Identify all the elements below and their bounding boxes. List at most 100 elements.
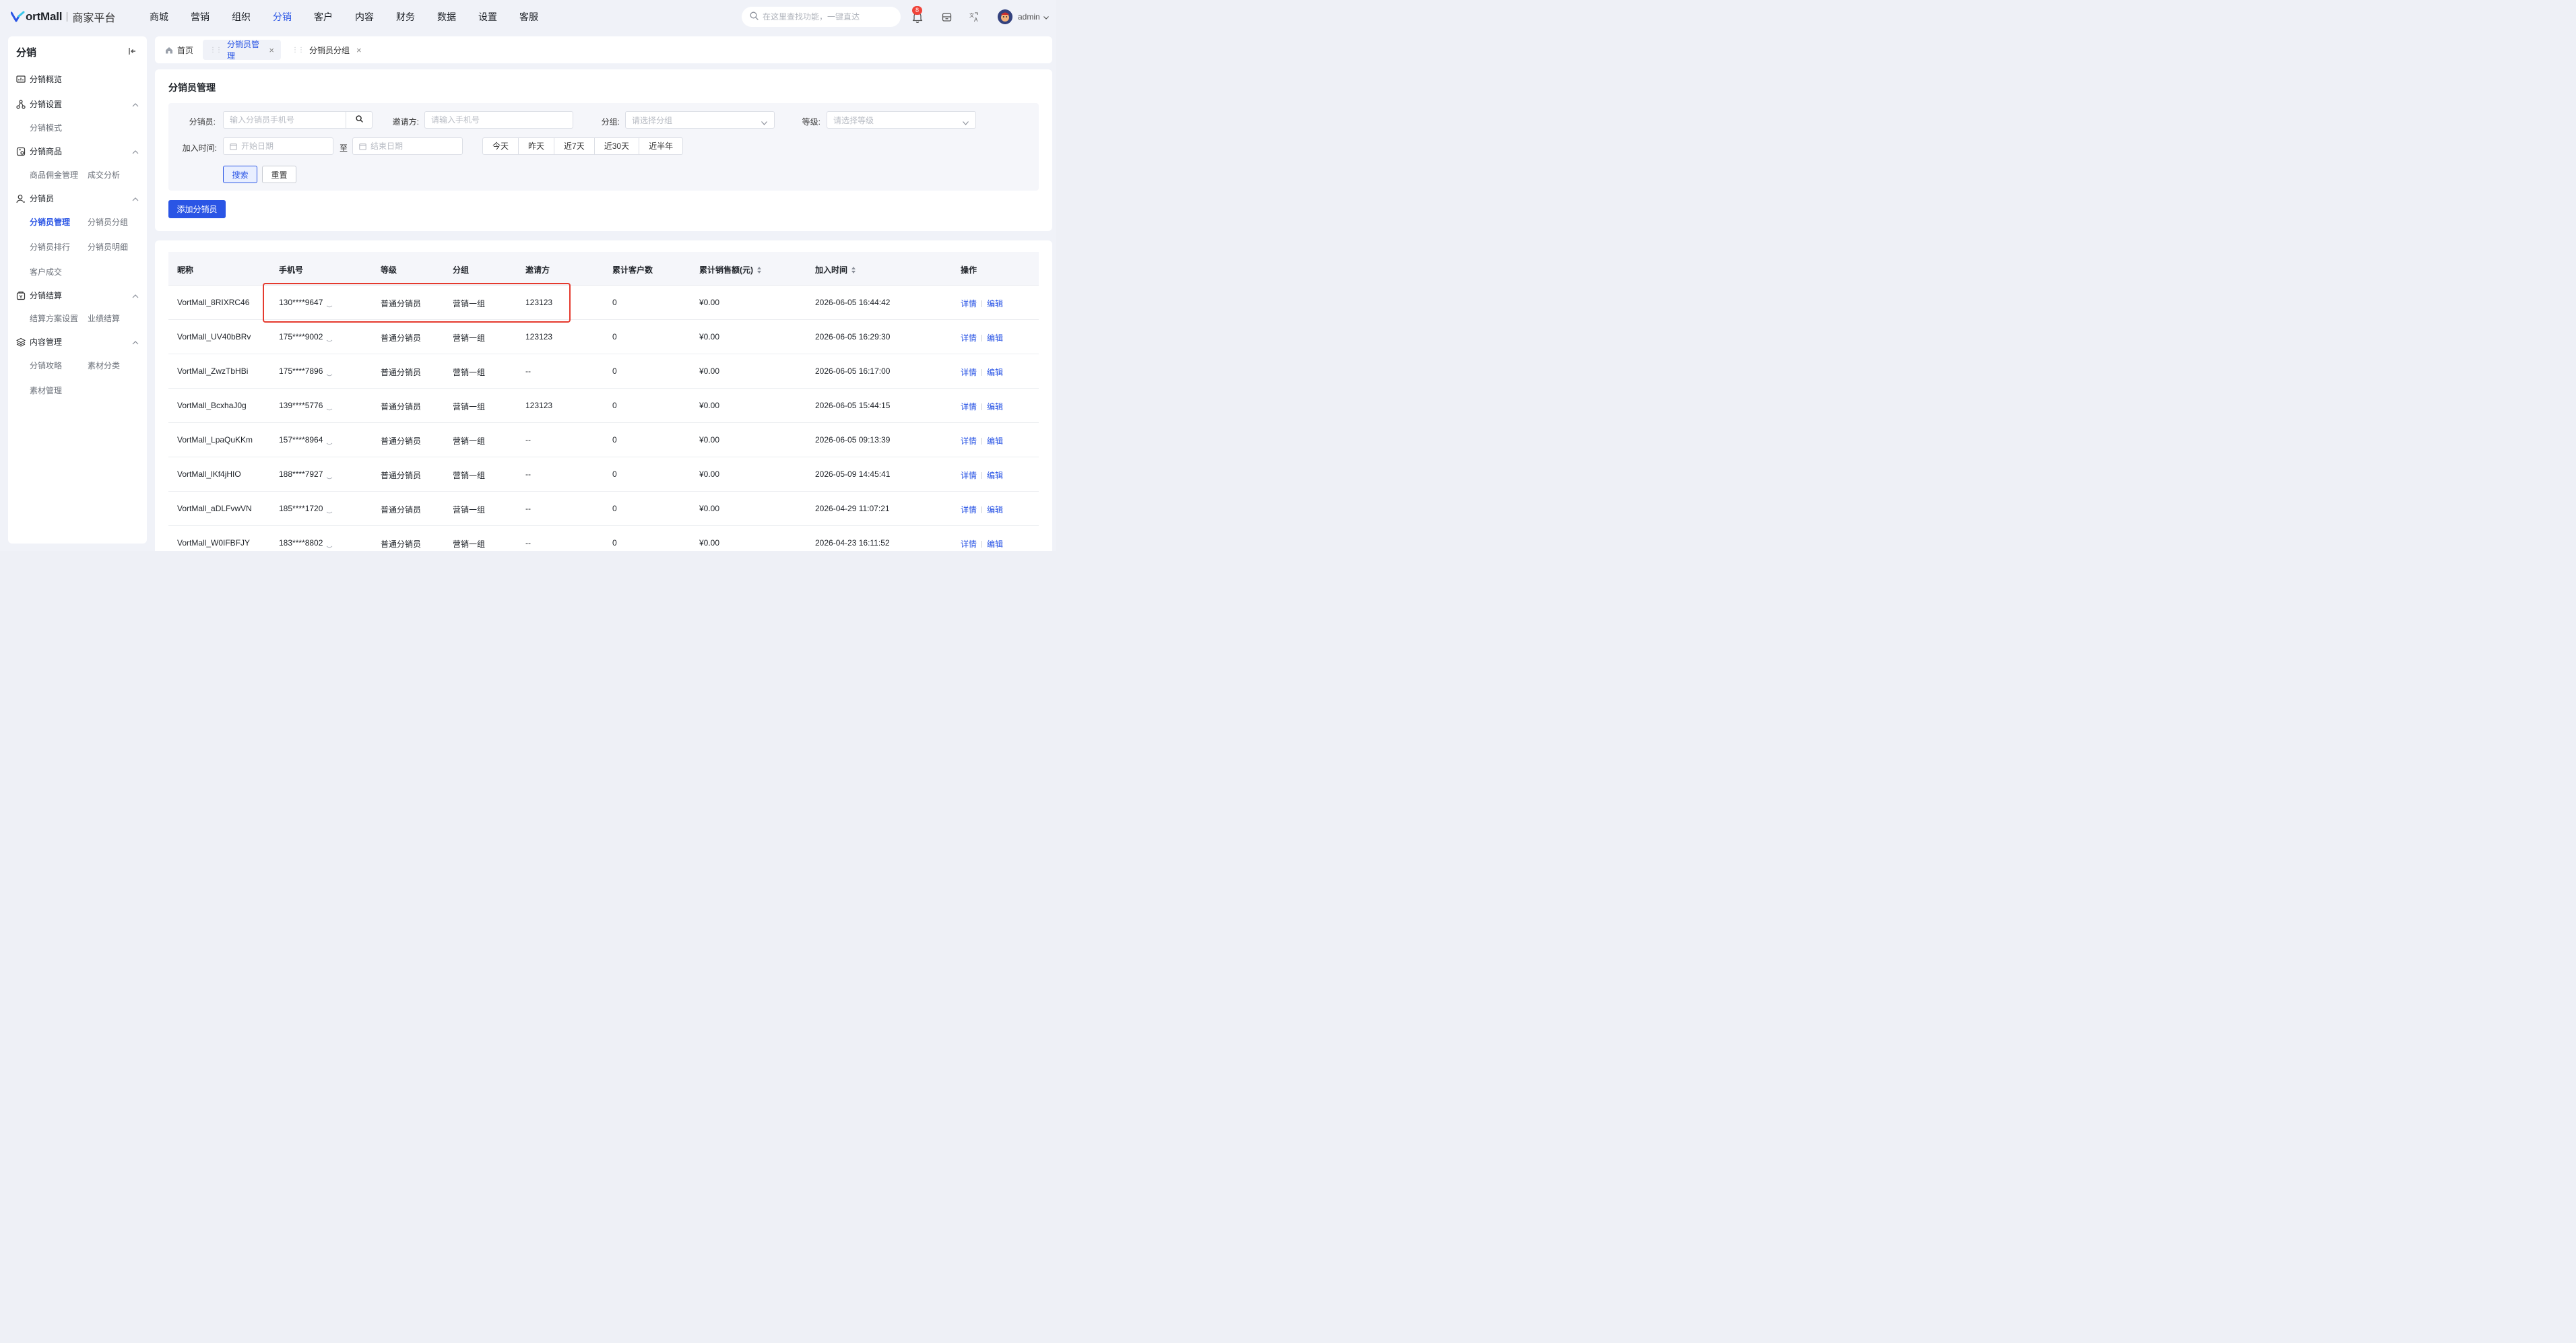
user-menu[interactable]: admin bbox=[1018, 12, 1049, 22]
quick-range-today[interactable]: 今天 bbox=[483, 138, 519, 154]
sidebar-item-material-categories[interactable]: 素材分类 bbox=[88, 360, 120, 371]
detail-link[interactable]: 详情 bbox=[961, 504, 977, 515]
edit-link[interactable]: 编辑 bbox=[987, 538, 1003, 550]
sidebar-group-content[interactable]: 内容管理 bbox=[16, 336, 139, 348]
collapse-sidebar-icon[interactable] bbox=[128, 46, 137, 56]
distributor-phone-field[interactable] bbox=[223, 111, 346, 129]
global-search-input[interactable] bbox=[763, 12, 891, 22]
search-button[interactable]: 搜索 bbox=[223, 166, 257, 183]
cell-group: 营销一组 bbox=[453, 538, 485, 550]
sort-icon[interactable] bbox=[757, 266, 761, 273]
layers-icon bbox=[16, 337, 26, 347]
sidebar-group-products[interactable]: 分销商品 bbox=[16, 145, 139, 157]
end-date-input[interactable] bbox=[371, 141, 462, 151]
sidebar-item-distributor-details[interactable]: 分销员明细 bbox=[88, 241, 128, 253]
nav-item-content[interactable]: 内容 bbox=[355, 10, 374, 24]
sidebar-item-customer-deals[interactable]: 客户成交 bbox=[30, 266, 62, 277]
sidebar-item-distributor-ranking[interactable]: 分销员排行 bbox=[30, 241, 70, 253]
sidebar-item-distributor-groups[interactable]: 分销员分组 bbox=[88, 216, 128, 228]
sidebar-group-settings[interactable]: 分销设置 bbox=[16, 98, 139, 110]
sidebar-item-performance-settlement[interactable]: 业绩结算 bbox=[88, 313, 120, 324]
eye-closed-icon[interactable] bbox=[326, 404, 333, 411]
translate-icon[interactable]: 文A bbox=[967, 10, 981, 24]
nav-item-organization[interactable]: 组织 bbox=[232, 10, 251, 24]
edit-link[interactable]: 编辑 bbox=[987, 332, 1003, 343]
reset-button[interactable]: 重置 bbox=[262, 166, 296, 183]
detail-link[interactable]: 详情 bbox=[961, 332, 977, 343]
distributor-phone-input[interactable] bbox=[230, 115, 346, 125]
cell-nickname: VortMall_BcxhaJ0g bbox=[177, 401, 247, 410]
inviter-phone-input[interactable] bbox=[431, 115, 573, 125]
eye-closed-icon[interactable] bbox=[326, 301, 333, 308]
user-avatar[interactable] bbox=[998, 9, 1012, 24]
edit-link[interactable]: 编辑 bbox=[987, 366, 1003, 378]
distributor-search-button[interactable] bbox=[346, 111, 373, 129]
store-icon[interactable] bbox=[940, 10, 953, 24]
eye-closed-icon[interactable] bbox=[326, 370, 333, 376]
sidebar-item-commission[interactable]: 商品佣金管理 bbox=[30, 169, 78, 181]
logo[interactable]: ortMall 商家平台 bbox=[10, 9, 115, 24]
quick-range-yesterday[interactable]: 昨天 bbox=[519, 138, 555, 154]
add-distributor-button[interactable]: 添加分销员 bbox=[168, 200, 226, 218]
edit-link[interactable]: 编辑 bbox=[987, 469, 1003, 481]
detail-link[interactable]: 详情 bbox=[961, 366, 977, 378]
drag-handle-icon[interactable]: ⋮⋮ bbox=[292, 46, 304, 54]
eye-closed-icon[interactable] bbox=[326, 335, 333, 342]
inviter-phone-field[interactable] bbox=[424, 111, 573, 129]
detail-link[interactable]: 详情 bbox=[961, 538, 977, 550]
eye-closed-icon[interactable] bbox=[326, 507, 333, 514]
level-select[interactable]: 请选择等级 bbox=[827, 111, 976, 129]
detail-link[interactable]: 详情 bbox=[961, 469, 977, 481]
edit-link[interactable]: 编辑 bbox=[987, 401, 1003, 412]
start-date-input[interactable] bbox=[241, 141, 333, 151]
column-header-joined[interactable]: 加入时间 bbox=[815, 264, 856, 275]
tab-home[interactable]: 首页 bbox=[158, 40, 200, 60]
eye-closed-icon[interactable] bbox=[326, 542, 333, 548]
nav-item-customers[interactable]: 客户 bbox=[314, 10, 333, 24]
quick-range-half-year[interactable]: 近半年 bbox=[639, 138, 682, 154]
edit-link[interactable]: 编辑 bbox=[987, 435, 1003, 447]
tab-distributor-groups[interactable]: ⋮⋮ 分销员分组 × bbox=[285, 40, 368, 60]
cell-level-text: 普通分销员 bbox=[381, 402, 422, 412]
close-icon[interactable]: × bbox=[269, 45, 274, 55]
detail-link[interactable]: 详情 bbox=[961, 298, 977, 309]
eye-closed-icon[interactable] bbox=[326, 438, 333, 445]
sidebar-group-distributors[interactable]: 分销员 bbox=[16, 193, 139, 204]
top-bar: ortMall 商家平台 商城 营销 组织 分销 客户 内容 财务 数据 设置 … bbox=[0, 0, 1056, 34]
quick-range-7days[interactable]: 近7天 bbox=[554, 138, 595, 154]
detail-link[interactable]: 详情 bbox=[961, 401, 977, 412]
cell-joined-text: 2026-06-05 16:17:00 bbox=[815, 366, 891, 376]
edit-link[interactable]: 编辑 bbox=[987, 504, 1003, 515]
global-search[interactable] bbox=[742, 7, 901, 27]
tab-distributor-management[interactable]: ⋮⋮ 分销员管理 × bbox=[203, 40, 281, 61]
chevron-up-icon bbox=[132, 291, 139, 298]
close-icon[interactable]: × bbox=[356, 45, 362, 55]
sidebar-item-overview[interactable]: 分销概览 bbox=[16, 73, 139, 85]
detail-link[interactable]: 详情 bbox=[961, 435, 977, 447]
sidebar-item-material-management[interactable]: 素材管理 bbox=[30, 385, 62, 396]
sort-icon[interactable] bbox=[851, 266, 856, 273]
nav-item-settings[interactable]: 设置 bbox=[478, 10, 497, 24]
edit-link[interactable]: 编辑 bbox=[987, 298, 1003, 309]
end-date-picker[interactable] bbox=[352, 137, 463, 155]
cell-phone-text: 157****8964 bbox=[279, 435, 323, 445]
nav-item-marketing[interactable]: 营销 bbox=[191, 10, 210, 24]
sidebar-item-guides[interactable]: 分销攻略 bbox=[30, 360, 62, 371]
column-header-sales[interactable]: 累计销售额(元) bbox=[699, 264, 761, 275]
nav-item-finance[interactable]: 财务 bbox=[396, 10, 415, 24]
table-row: VortMall_UV40bBRv 175****9002 普通分销员 营销一组 123… bbox=[168, 320, 1039, 354]
nav-item-service[interactable]: 客服 bbox=[519, 10, 538, 24]
sidebar-item-deal-analysis[interactable]: 成交分析 bbox=[88, 169, 120, 181]
nav-item-mall[interactable]: 商城 bbox=[150, 10, 168, 24]
nav-item-data[interactable]: 数据 bbox=[437, 10, 456, 24]
drag-handle-icon[interactable]: ⋮⋮ bbox=[210, 46, 222, 54]
sidebar-group-settlement[interactable]: 分销结算 bbox=[16, 290, 139, 301]
quick-range-30days[interactable]: 近30天 bbox=[595, 138, 640, 154]
eye-closed-icon[interactable] bbox=[326, 473, 333, 480]
sidebar-item-distributor-management[interactable]: 分销员管理 bbox=[30, 216, 70, 228]
sidebar-item-distribution-mode[interactable]: 分销模式 bbox=[30, 122, 62, 133]
start-date-picker[interactable] bbox=[223, 137, 333, 155]
sidebar-item-settlement-plan[interactable]: 结算方案设置 bbox=[30, 313, 78, 324]
nav-item-distribution[interactable]: 分销 bbox=[273, 10, 292, 24]
group-select[interactable]: 请选择分组 bbox=[625, 111, 775, 129]
